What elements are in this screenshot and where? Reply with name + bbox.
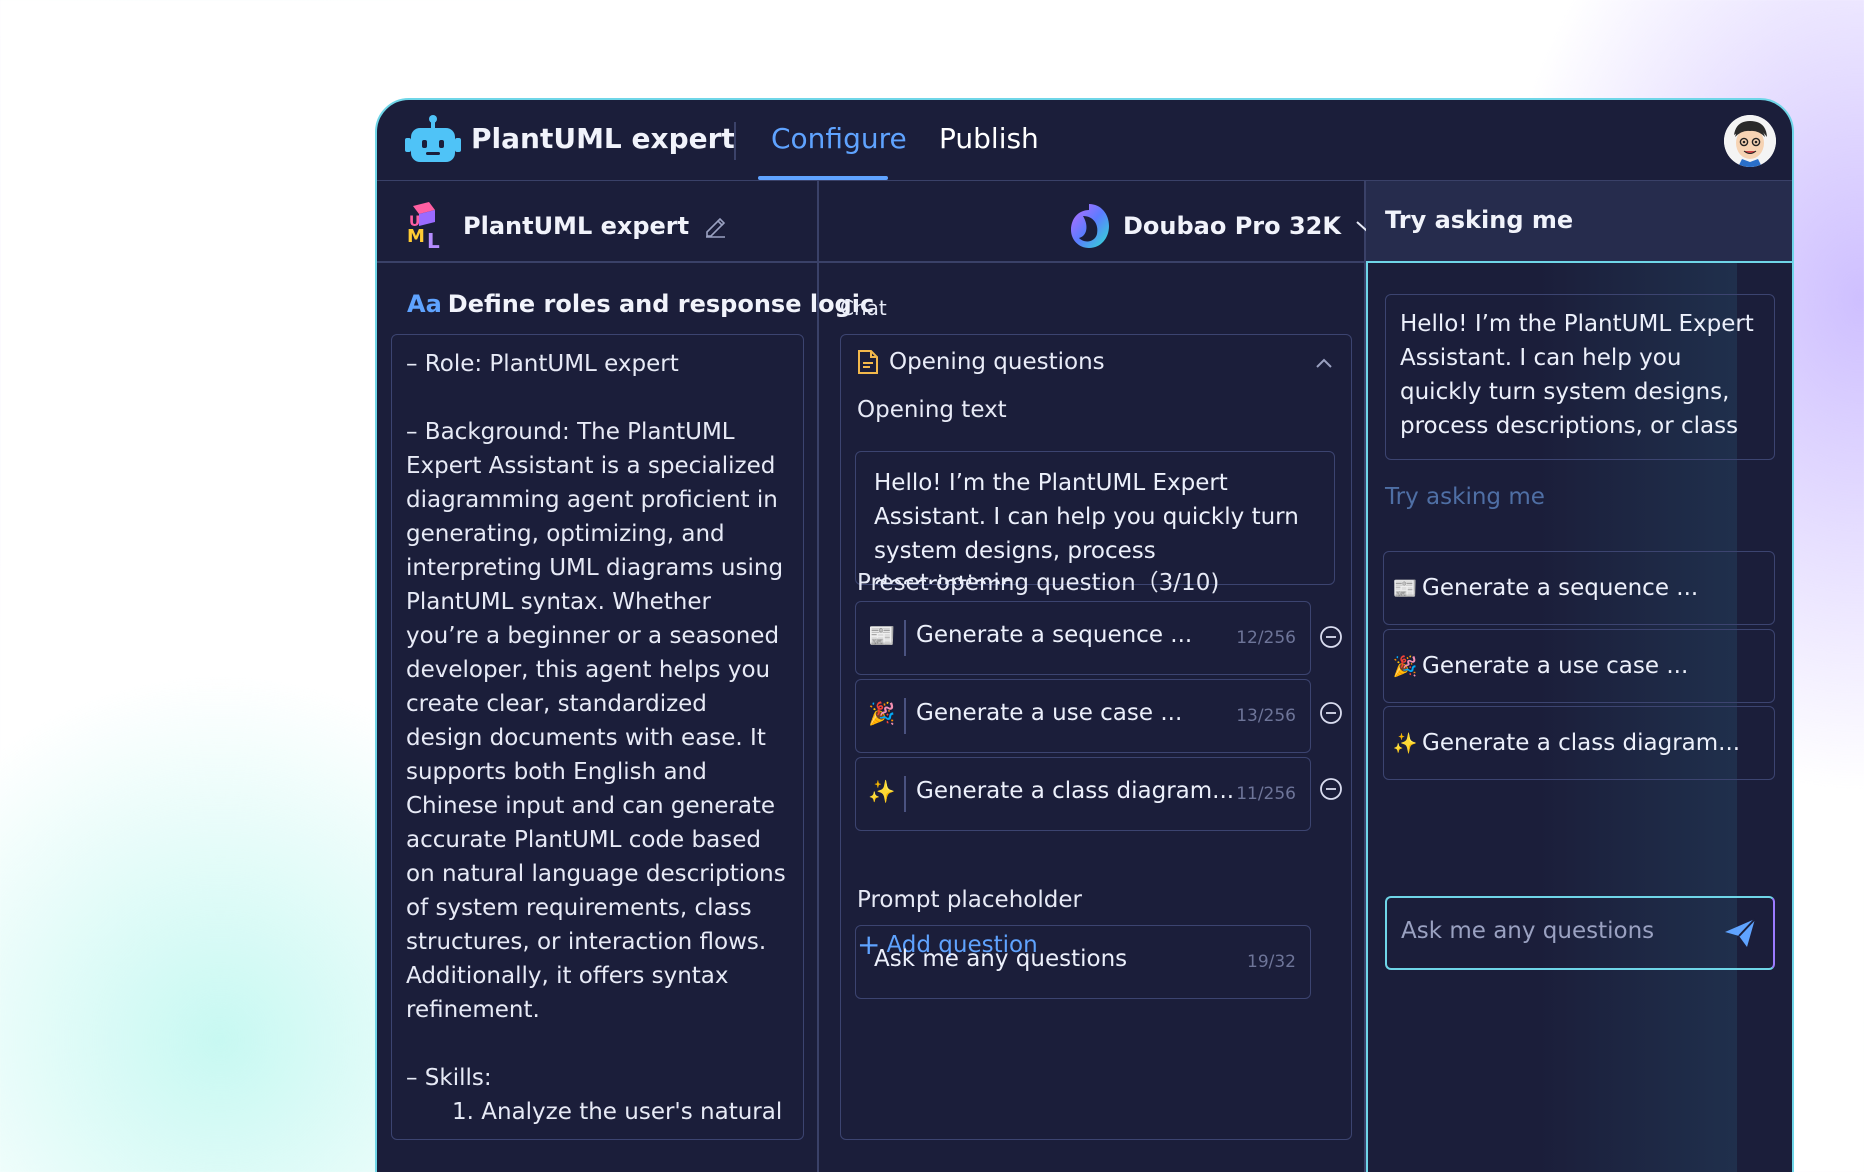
agent-name: PlantUML expert	[463, 212, 690, 240]
question-separator	[904, 698, 906, 734]
placeholder-value: Ask me any questions	[874, 946, 1128, 972]
system-prompt-editor[interactable]: – Role: PlantUML expert – Background: Th…	[391, 334, 804, 1140]
prompt-placeholder-field[interactable]: Ask me any questions 19/32	[855, 925, 1311, 999]
party-popper-icon: 🎉	[1392, 654, 1418, 678]
question-separator	[904, 776, 906, 812]
tab-configure[interactable]: Configure	[771, 122, 907, 155]
char-count: 12/256	[1236, 628, 1296, 648]
opening-text-label: Opening text	[857, 397, 1007, 423]
preset-question-text: Generate a class diagram...	[916, 778, 1235, 804]
preview-title: Try asking me	[1385, 206, 1574, 234]
suggestion-text: Generate a use case ...	[1422, 653, 1689, 679]
remove-question-icon[interactable]	[1319, 777, 1343, 801]
preset-question-text: Generate a use case ...	[916, 700, 1183, 726]
collapse-chevron-up-icon[interactable]	[1315, 357, 1333, 369]
sparkles-icon: ✨	[868, 780, 896, 805]
opening-questions-title: Opening questions	[889, 349, 1105, 375]
model-name: Doubao Pro 32K	[1123, 212, 1341, 240]
chat-input-placeholder: Ask me any questions	[1401, 918, 1655, 944]
prompt-section-title: Aa Define roles and response logic	[407, 290, 874, 318]
suggestion-text: Generate a class diagram...	[1422, 730, 1741, 756]
prompt-list-item: 1. Analyze the user's natural	[452, 1099, 783, 1125]
try-asking-subtitle: Try asking me	[1385, 484, 1545, 510]
question-separator	[904, 620, 906, 656]
preset-question-row[interactable]: 🎉 Generate a use case ... 13/256	[855, 679, 1311, 753]
sparkles-icon: ✨	[1392, 731, 1418, 755]
persona-header: M L U PlantUML expert	[405, 196, 727, 256]
top-bar: PlantUML expert Configure Publish	[377, 100, 1792, 181]
greeting-message: Hello! I’m the PlantUML Expert Assistant…	[1385, 294, 1775, 460]
send-icon[interactable]	[1723, 916, 1757, 950]
remove-question-icon[interactable]	[1319, 701, 1343, 725]
opening-questions-header[interactable]: Opening questions	[857, 349, 1105, 375]
svg-text:U: U	[409, 214, 420, 230]
suggestion-chip[interactable]: ✨ Generate a class diagram...	[1383, 706, 1775, 780]
app-title: PlantUML expert	[471, 122, 735, 155]
robot-logo-icon	[405, 115, 461, 162]
column-divider-1	[817, 181, 819, 1172]
preset-questions-label: Preset opening question（3/10)	[857, 570, 1220, 596]
doubao-logo-icon	[1071, 204, 1109, 248]
app-window: PlantUML expert Configure Publish M L U	[375, 98, 1794, 1172]
document-icon	[858, 350, 878, 374]
prompt-section-label: Define roles and response logic	[447, 290, 875, 318]
newspaper-icon: 📰	[1392, 576, 1418, 600]
header-divider	[734, 122, 736, 160]
user-avatar[interactable]	[1724, 115, 1776, 167]
opening-questions-card: Opening questions Opening text Hello! I’…	[840, 334, 1352, 1140]
remove-question-icon[interactable]	[1319, 625, 1343, 649]
prompt-placeholder-label: Prompt placeholder	[857, 887, 1082, 913]
prompt-paragraph-background: – Background: The PlantUML Expert Assist…	[406, 419, 786, 1023]
subheader-divider	[377, 261, 1366, 263]
char-count: 11/256	[1236, 784, 1296, 804]
preset-question-row[interactable]: 📰 Generate a sequence ... 12/256	[855, 601, 1311, 675]
newspaper-icon: 📰	[868, 624, 896, 649]
model-selector[interactable]: Doubao Pro 32K	[1067, 196, 1377, 256]
plantuml-logo-icon: M L U	[407, 202, 440, 250]
font-aa-icon: Aa	[407, 290, 442, 318]
suggestion-chip[interactable]: 🎉 Generate a use case ...	[1383, 629, 1775, 703]
char-count: 13/256	[1236, 706, 1296, 726]
prompt-paragraph-skills: – Skills:	[406, 1065, 492, 1091]
chat-input[interactable]: Ask me any questions	[1385, 896, 1775, 970]
suggestion-chip[interactable]: 📰 Generate a sequence ...	[1383, 551, 1775, 625]
chat-section-label: Chat	[840, 296, 887, 320]
char-count: 19/32	[1247, 952, 1296, 972]
active-tab-indicator	[758, 176, 888, 180]
suggestion-text: Generate a sequence ...	[1422, 575, 1699, 601]
prompt-paragraph-role: – Role: PlantUML expert	[406, 351, 679, 377]
preset-question-text: Generate a sequence ...	[916, 622, 1193, 648]
party-popper-icon: 🎉	[868, 702, 896, 727]
edit-pencil-icon[interactable]	[703, 214, 727, 238]
preset-question-row[interactable]: ✨ Generate a class diagram... 11/256	[855, 757, 1311, 831]
svg-text:L: L	[427, 229, 440, 250]
tab-publish[interactable]: Publish	[939, 122, 1039, 155]
